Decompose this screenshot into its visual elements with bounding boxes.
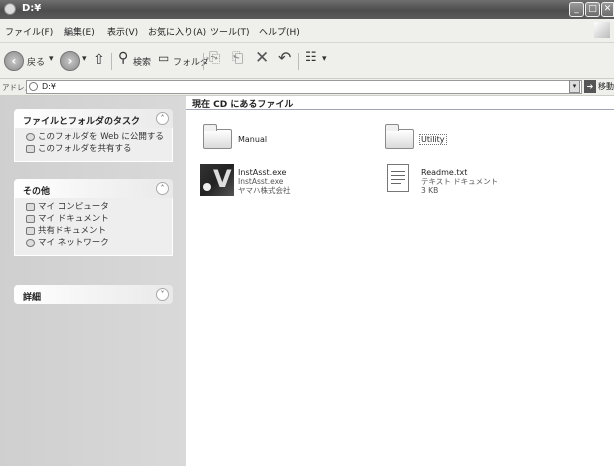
menu-file[interactable]: ファイル(F) <box>5 25 53 38</box>
file-folder-tasks-panel: ファイルとフォルダのタスク ˄ このフォルダを Web に公開する このフォルダ… <box>14 109 173 162</box>
toolbar: ‹ 戻る ▾ › ▾ ⇧ ⚲ 検索 ▭ フォルダ ⎘ ⎗ ✕ ↶ ☷ ▾ <box>0 43 614 79</box>
toolbar-divider-3 <box>298 53 299 70</box>
file-name: Utility <box>419 134 447 145</box>
collapse-chevron-icon[interactable]: ˄ <box>156 112 169 125</box>
my-documents-label: マイ ドキュメント <box>38 214 109 224</box>
publish-to-web-link[interactable]: このフォルダを Web に公開する <box>15 131 172 143</box>
tasks-panel-body: このフォルダを Web に公開する このフォルダを共有する <box>14 128 173 162</box>
move-to-icon[interactable]: ⎘ <box>209 50 220 66</box>
maximize-button[interactable]: □ <box>585 2 600 17</box>
file-name: Manual <box>238 135 268 144</box>
file-size: 3 KB <box>421 186 439 195</box>
shared-documents-label: 共有ドキュメント <box>38 226 107 236</box>
my-documents-link[interactable]: マイ ドキュメント <box>15 213 172 225</box>
forward-dropdown-icon[interactable]: ▾ <box>82 54 87 64</box>
tasks-panel-title: ファイルとフォルダのタスク <box>23 117 141 127</box>
computer-icon <box>26 202 35 211</box>
other-places-panel: その他 ˄ マイ コンピュータ マイ ドキュメント 共有ドキュメント マイ ネッ… <box>14 179 173 256</box>
minimize-button[interactable]: _ <box>569 2 584 17</box>
other-panel-body: マイ コンピュータ マイ ドキュメント 共有ドキュメント マイ ネットワーク <box>14 198 173 256</box>
tasks-panel-header[interactable]: ファイルとフォルダのタスク ˄ <box>14 109 173 128</box>
shared-documents-link[interactable]: 共有ドキュメント <box>15 225 172 237</box>
folder-icon <box>203 124 232 149</box>
my-network-label: マイ ネットワーク <box>38 238 109 248</box>
back-icon[interactable]: ‹ <box>4 51 24 71</box>
menu-favorites[interactable]: お気に入り(A) <box>148 25 206 38</box>
delete-icon[interactable]: ✕ <box>255 48 269 68</box>
other-panel-title: その他 <box>23 187 51 197</box>
cd-drive-icon <box>4 3 16 15</box>
cd-drive-small-icon <box>29 82 38 91</box>
text-document-icon <box>387 164 409 192</box>
address-input[interactable]: D:¥ <box>26 80 582 94</box>
globe-icon <box>26 132 35 141</box>
shared-folder-icon <box>26 226 35 235</box>
file-name: Readme.txt <box>421 168 468 177</box>
close-button[interactable]: ✕ <box>601 2 614 17</box>
file-company: ヤマハ株式会社 <box>238 186 291 195</box>
details-panel-title: 詳細 <box>23 293 42 303</box>
menu-tools[interactable]: ツール(T) <box>210 25 250 38</box>
back-label[interactable]: 戻る <box>27 55 45 68</box>
documents-folder-icon <box>26 214 35 223</box>
share-folder-link[interactable]: このフォルダを共有する <box>15 143 172 155</box>
go-arrow-icon[interactable]: ➔ <box>584 80 596 93</box>
toolbar-divider <box>111 53 112 70</box>
menu-help[interactable]: ヘルプ(H) <box>259 25 300 38</box>
menu-edit[interactable]: 編集(E) <box>64 25 95 38</box>
menu-view[interactable]: 表示(V) <box>107 25 138 38</box>
forward-icon[interactable]: › <box>60 51 80 71</box>
go-label[interactable]: 移動 <box>598 81 614 92</box>
undo-icon[interactable]: ↶ <box>278 48 291 67</box>
details-panel-header[interactable]: 詳細 ˅ <box>14 285 173 304</box>
address-dropdown-icon[interactable]: ▾ <box>569 80 580 93</box>
share-folder-label: このフォルダを共有する <box>38 144 132 154</box>
search-label[interactable]: 検索 <box>133 55 151 68</box>
task-pane: ファイルとフォルダのタスク ˄ このフォルダを Web に公開する このフォルダ… <box>0 96 186 466</box>
file-type: テキスト ドキュメント <box>421 177 499 186</box>
views-dropdown-icon[interactable]: ▾ <box>322 54 327 64</box>
views-icon[interactable]: ☷ <box>305 50 317 65</box>
window-title: D:¥ <box>22 3 42 14</box>
details-panel: 詳細 ˅ <box>14 285 173 304</box>
file-name: InstAsst.exe <box>238 168 287 177</box>
windows-logo-icon <box>594 22 610 38</box>
installer-app-icon: V <box>200 164 234 196</box>
address-bar: アドレス(D) D:¥ ▾ ➔ 移動 <box>0 79 614 96</box>
publish-to-web-label: このフォルダを Web に公開する <box>38 132 164 142</box>
up-folder-icon[interactable]: ⇧ <box>93 52 105 68</box>
file-list: 現在 CD にあるファイル Manual Utility V InstAsst.… <box>186 96 614 466</box>
my-computer-label: マイ コンピュータ <box>38 202 109 212</box>
folders-icon[interactable]: ▭ <box>158 51 169 65</box>
my-network-link[interactable]: マイ ネットワーク <box>15 237 172 249</box>
address-value: D:¥ <box>42 82 56 91</box>
share-folder-icon <box>26 144 35 153</box>
expand-chevron-icon[interactable]: ˅ <box>156 288 169 301</box>
collapse-chevron-icon[interactable]: ˄ <box>156 182 169 195</box>
folder-icon <box>385 124 414 149</box>
search-icon[interactable]: ⚲ <box>118 50 128 66</box>
menu-bar: ファイル(F) 編集(E) 表示(V) お気に入り(A) ツール(T) ヘルプ(… <box>0 19 614 43</box>
back-dropdown-icon[interactable]: ▾ <box>49 54 54 64</box>
my-computer-link[interactable]: マイ コンピュータ <box>15 201 172 213</box>
title-bar: D:¥ _ □ ✕ <box>0 0 614 19</box>
toolbar-divider-2 <box>203 53 204 70</box>
group-divider <box>186 109 614 110</box>
other-panel-header[interactable]: その他 ˄ <box>14 179 173 198</box>
network-icon <box>26 238 35 247</box>
copy-to-icon[interactable]: ⎗ <box>232 50 243 66</box>
file-description: InstAsst.exe <box>238 177 284 186</box>
